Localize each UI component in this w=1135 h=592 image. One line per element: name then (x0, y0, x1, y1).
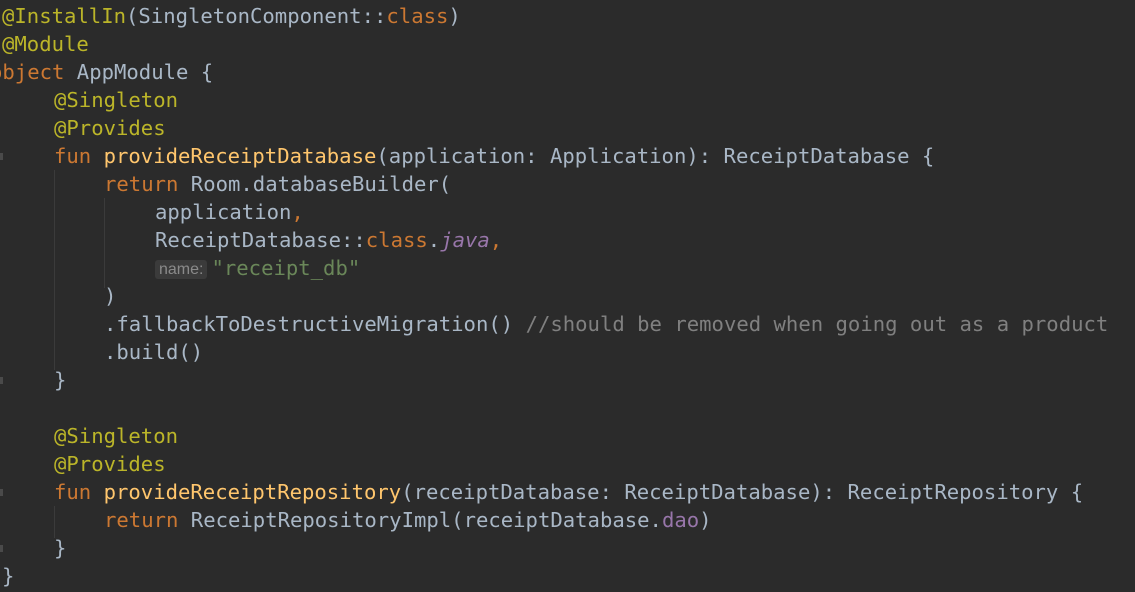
comment-token: //should be removed when going out as a … (525, 312, 1109, 336)
identifier-token: .build() (104, 340, 204, 364)
fold-marker[interactable] (0, 153, 3, 160)
annotation-token: @Provides (54, 116, 166, 140)
annotation-token: @Module (2, 32, 89, 56)
annotation-token: @Singleton (54, 88, 178, 112)
identifier-token: application (155, 200, 292, 224)
brace-token: } (2, 564, 15, 588)
fold-marker[interactable] (0, 545, 3, 552)
paren-token: ) (699, 508, 712, 532)
code-line[interactable]: name: "receipt_db" (155, 254, 360, 282)
annotation-token: @Singleton (54, 424, 178, 448)
parameter-hint: name: (155, 260, 208, 279)
paren-token: ( (126, 4, 139, 28)
keyword-token: class (365, 228, 428, 252)
annotation-token: @InstallIn (2, 4, 126, 28)
paren-token: ) (104, 284, 117, 308)
code-line[interactable]: fun provideReceiptRepository(receiptData… (54, 478, 1083, 506)
dot-token: . (427, 228, 441, 252)
keyword-token: return (104, 172, 191, 196)
keyword-token: fun (54, 144, 104, 168)
field-token: dao (661, 508, 700, 532)
keyword-token: object (0, 60, 65, 84)
code-editor[interactable]: @InstallIn(SingletonComponent::class) @M… (0, 0, 1135, 592)
identifier-token: ReceiptDatabase:: (155, 228, 366, 252)
indent-guide (54, 170, 55, 370)
code-line[interactable]: } (54, 534, 66, 562)
keyword-token: class (386, 4, 449, 28)
code-line[interactable]: ) (104, 282, 116, 310)
code-line[interactable]: .build() (104, 338, 203, 366)
code-line[interactable]: } (54, 366, 66, 394)
identifier-token: Room.databaseBuilder( (190, 172, 452, 196)
identifier-token: (application: Application): ReceiptDatab… (376, 144, 935, 168)
code-line[interactable]: @Singleton (54, 86, 178, 114)
function-name-token: provideReceiptDatabase (103, 144, 377, 168)
identifier-token: (receiptDatabase: ReceiptDatabase): Rece… (401, 480, 1084, 504)
string-token: "receipt_db" (211, 256, 361, 280)
code-line[interactable]: } (2, 562, 14, 590)
paren-token: ) (448, 4, 461, 28)
identifier-token: SingletonComponent:: (138, 4, 387, 28)
comma-token: , (291, 200, 304, 224)
code-line[interactable]: @InstallIn(SingletonComponent::class) (2, 2, 461, 30)
code-line[interactable]: fun provideReceiptDatabase(application: … (54, 142, 934, 170)
code-line[interactable]: .fallbackToDestructiveMigration() //shou… (104, 310, 1108, 338)
identifier-token: AppModule { (64, 60, 214, 84)
identifier-token: .fallbackToDestructiveMigration() (104, 312, 526, 336)
java-property-token: java (440, 228, 490, 252)
identifier-token: ReceiptRepositoryImpl(receiptDatabase. (190, 508, 662, 532)
comma-token: , (489, 228, 503, 252)
code-line[interactable]: object AppModule { (0, 58, 213, 86)
fold-marker[interactable] (0, 489, 3, 496)
code-line[interactable]: return Room.databaseBuilder( (104, 170, 451, 198)
keyword-token: fun (54, 480, 104, 504)
brace-token: } (54, 536, 67, 560)
keyword-token: return (104, 508, 191, 532)
code-line[interactable]: @Provides (54, 450, 166, 478)
code-line[interactable]: return ReceiptRepositoryImpl(receiptData… (104, 506, 712, 534)
code-line[interactable]: ReceiptDatabase::class.java, (155, 226, 502, 254)
annotation-token: @Provides (54, 452, 166, 476)
function-name-token: provideReceiptRepository (103, 480, 402, 504)
code-line[interactable]: application, (155, 198, 304, 226)
fold-marker[interactable] (0, 377, 3, 384)
code-line[interactable]: @Provides (54, 114, 166, 142)
code-line[interactable]: @Singleton (54, 422, 178, 450)
indent-guide (104, 198, 105, 288)
code-line[interactable]: @Module (2, 30, 89, 58)
brace-token: } (54, 368, 67, 392)
